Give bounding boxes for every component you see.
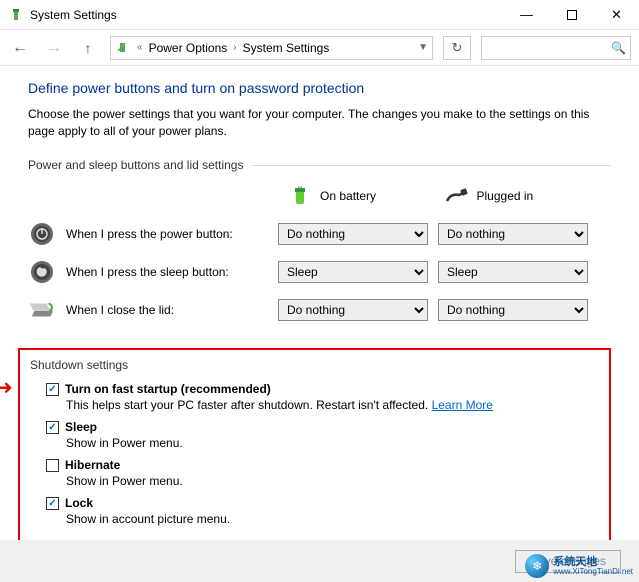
sleep-plugged-select[interactable]: Sleep xyxy=(438,261,588,283)
row-close-lid: When I close the lid: Do nothing Do noth… xyxy=(28,296,601,324)
row-sleep-label: When I press the sleep button: xyxy=(66,265,229,279)
checkbox-sleep[interactable] xyxy=(46,421,59,434)
battery-icon xyxy=(288,184,312,208)
back-button[interactable]: ← xyxy=(8,36,32,60)
sleep-label: Sleep xyxy=(65,420,97,434)
watermark-name: 系统天地 xyxy=(553,557,633,568)
checkbox-lock[interactable] xyxy=(46,497,59,510)
hibernate-label: Hibernate xyxy=(65,458,120,472)
watermark-url: www.XiTongTianDi.net xyxy=(553,568,633,576)
checkbox-hibernate[interactable] xyxy=(46,459,59,472)
page-note: Choose the power settings that you want … xyxy=(28,106,611,140)
titlebar: System Settings ― ✕ xyxy=(0,0,639,30)
power-battery-select[interactable]: Do nothing xyxy=(278,223,428,245)
hibernate-desc: Show in Power menu. xyxy=(66,474,599,488)
breadcrumb-item-2[interactable]: System Settings xyxy=(243,41,330,55)
search-input[interactable]: 🔍 xyxy=(481,36,631,60)
column-headers: On battery Plugged in xyxy=(288,184,601,208)
search-icon: 🔍 xyxy=(611,41,626,55)
checkbox-fast-startup[interactable] xyxy=(46,383,59,396)
chevron-icon: « xyxy=(137,42,143,53)
row-lid-label: When I close the lid: xyxy=(66,303,174,317)
power-plugged-select[interactable]: Do nothing xyxy=(438,223,588,245)
plug-icon xyxy=(445,184,469,208)
fast-startup-label: Turn on fast startup (recommended) xyxy=(65,382,271,396)
forward-button[interactable]: → xyxy=(42,36,66,60)
minimize-button[interactable]: ― xyxy=(504,0,549,30)
close-button[interactable]: ✕ xyxy=(594,0,639,30)
content: Define power buttons and turn on passwor… xyxy=(0,66,639,550)
refresh-button[interactable]: ↻ xyxy=(443,36,471,60)
breadcrumb-item-1[interactable]: Power Options xyxy=(149,41,228,55)
row-sleep-button: When I press the sleep button: Sleep Sle… xyxy=(28,258,601,286)
lid-icon xyxy=(28,296,56,324)
highlight-box: ➜ Shutdown settings Turn on fast startup… xyxy=(18,348,611,550)
window-title: System Settings xyxy=(30,8,117,22)
app-icon xyxy=(8,7,24,23)
lock-label: Lock xyxy=(65,496,93,510)
navbar: ← → ↑ « Power Options › System Settings … xyxy=(0,30,639,66)
breadcrumb-icon xyxy=(115,40,131,56)
breadcrumb-dropdown-icon[interactable]: ▼ xyxy=(418,42,428,53)
maximize-button[interactable] xyxy=(549,0,594,30)
annotation-arrow-icon: ➜ xyxy=(0,378,13,398)
sleep-battery-select[interactable]: Sleep xyxy=(278,261,428,283)
col-plugged-label: Plugged in xyxy=(477,189,534,203)
lid-plugged-select[interactable]: Do nothing xyxy=(438,299,588,321)
watermark: ❄ 系统天地 www.XiTongTianDi.net xyxy=(525,554,633,578)
chevron-icon: › xyxy=(233,42,236,53)
col-battery-label: On battery xyxy=(320,189,376,203)
lock-desc: Show in account picture menu. xyxy=(66,512,599,526)
up-button[interactable]: ↑ xyxy=(76,36,100,60)
learn-more-link[interactable]: Learn More xyxy=(432,398,493,412)
watermark-icon: ❄ xyxy=(525,554,549,578)
section-shutdown-label: Shutdown settings xyxy=(30,358,599,372)
fast-startup-desc: This helps start your PC faster after sh… xyxy=(66,398,599,412)
row-power-label: When I press the power button: xyxy=(66,227,233,241)
section-power-sleep-label: Power and sleep buttons and lid settings xyxy=(28,158,601,172)
power-button-icon xyxy=(28,220,56,248)
sleep-desc: Show in Power menu. xyxy=(66,436,599,450)
page-title: Define power buttons and turn on passwor… xyxy=(28,80,611,96)
breadcrumb[interactable]: « Power Options › System Settings ▼ xyxy=(110,36,433,60)
sleep-button-icon xyxy=(28,258,56,286)
lid-battery-select[interactable]: Do nothing xyxy=(278,299,428,321)
row-power-button: When I press the power button: Do nothin… xyxy=(28,220,601,248)
